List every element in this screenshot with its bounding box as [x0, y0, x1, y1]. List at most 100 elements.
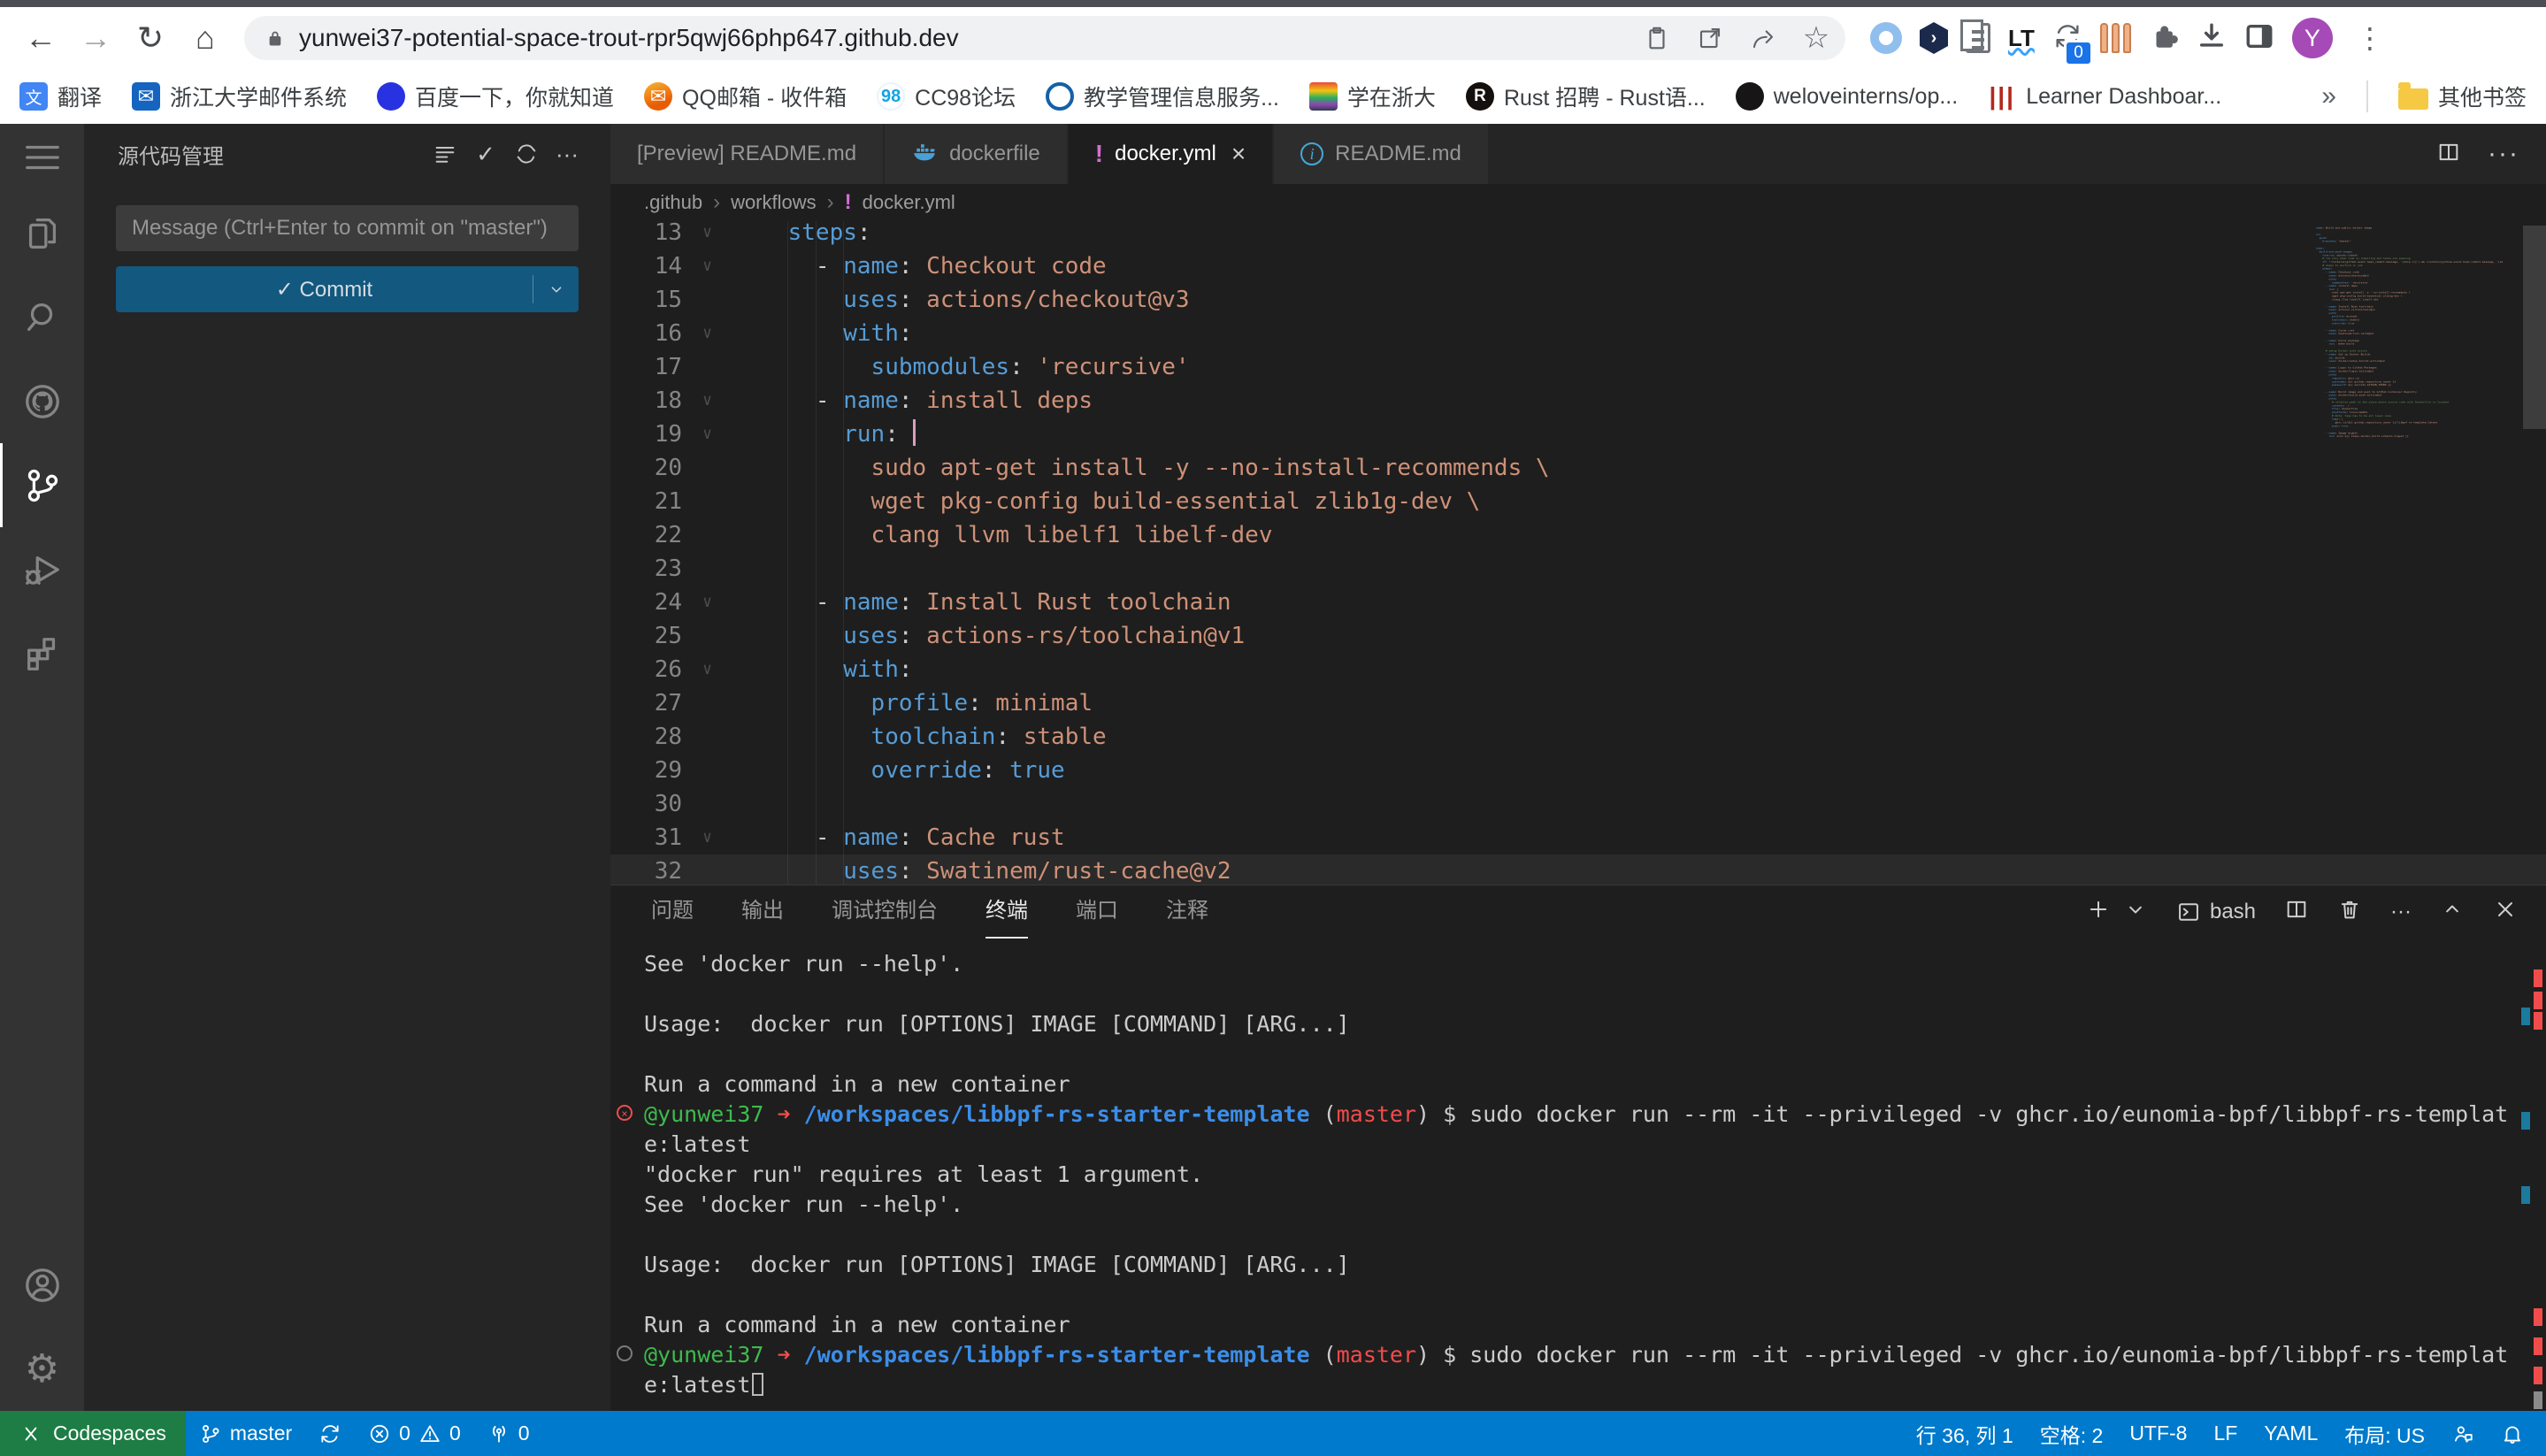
close-icon[interactable]: × [1231, 140, 1246, 168]
commit-button[interactable]: ✓ Commit [116, 266, 579, 312]
fold-chevron-icon[interactable]: ∨ [682, 317, 732, 350]
more-actions-icon[interactable]: ··· [547, 136, 587, 172]
panel-tab[interactable]: 端口 [1076, 885, 1118, 939]
code-editor[interactable]: 13∨ steps:14∨ - name: Checkout code15 us… [610, 221, 2546, 885]
languagetool-icon[interactable]: LT [2008, 27, 2035, 50]
feedback-icon[interactable] [2438, 1411, 2488, 1456]
remote-indicator[interactable]: Codespaces [0, 1411, 186, 1456]
split-editor-icon[interactable] [2436, 140, 2461, 169]
bookmark-item[interactable]: |||Learner Dashboar... [1988, 82, 2221, 111]
fold-chevron-icon[interactable]: ∨ [682, 221, 732, 249]
bookmark-item[interactable]: 98CC98论坛 [877, 80, 1016, 112]
bookmark-item[interactable]: RRust 招聘 - Rust语... [1466, 80, 1706, 112]
code-line[interactable]: 26∨ with: [610, 653, 2546, 686]
account-icon[interactable] [0, 1243, 84, 1327]
terminal-row[interactable]: @yunwei37 ➜ /workspaces/libbpf-rs-starte… [644, 1340, 2546, 1370]
breadcrumb-segment[interactable]: workflows [731, 191, 817, 214]
back-icon[interactable]: ← [16, 13, 65, 63]
code-line[interactable]: 28 toolchain: stable [610, 720, 2546, 754]
fold-chevron-icon[interactable]: ∨ [682, 821, 732, 854]
source-control-icon[interactable] [0, 443, 84, 527]
address-bar[interactable]: yunwei37-potential-space-trout-rpr5qwj66… [244, 16, 1845, 60]
fold-chevron-icon[interactable]: ∨ [682, 586, 732, 619]
run-debug-icon[interactable] [0, 527, 84, 611]
bookmark-item[interactable]: 百度一下，你就知道 [377, 80, 614, 112]
github-icon[interactable] [0, 359, 84, 443]
terminal-output[interactable]: See 'docker run --help'. Usage: docker ru… [610, 939, 2546, 1411]
minimap[interactable]: name: Build and public docker image on: … [2316, 226, 2521, 846]
code-line[interactable]: 13∨ steps: [610, 221, 2546, 249]
code-line[interactable]: 23 [610, 552, 2546, 586]
extensions-icon[interactable] [0, 611, 84, 695]
bookmark-item[interactable]: weloveinterns/op... [1736, 82, 1958, 111]
code-line[interactable]: 31∨ - name: Cache rust [610, 821, 2546, 854]
cursor-position[interactable]: 行 36, 列 1 [1903, 1411, 2027, 1456]
explorer-icon[interactable] [0, 191, 84, 275]
bookmark-item[interactable]: ✉浙江大学邮件系统 [132, 80, 347, 112]
tab--preview-readme.md[interactable]: [Preview] README.md [610, 124, 885, 184]
code-line[interactable]: 17 submodules: 'recursive' [610, 350, 2546, 384]
terminal-row[interactable]: Run a command in a new container [644, 1069, 2546, 1100]
bookmark-item[interactable]: ✉QQ邮箱 - 收件箱 [644, 80, 847, 112]
sync-extension-icon[interactable]: 0 [2052, 21, 2082, 56]
open-in-new-icon[interactable] [1690, 18, 1730, 58]
terminal-row[interactable]: e:latest [644, 1130, 2546, 1160]
kill-terminal-icon[interactable] [2337, 897, 2362, 928]
clipboard-icon[interactable] [1637, 18, 1677, 58]
code-line[interactable]: 25 uses: actions-rs/toolchain@v1 [610, 619, 2546, 653]
terminal-row[interactable]: ×@yunwei37 ➜ /workspaces/libbpf-rs-start… [644, 1100, 2546, 1130]
terminal-row[interactable]: Run a command in a new container [644, 1310, 2546, 1340]
code-line[interactable]: 32 uses: Swatinem/rust-cache@v2 [610, 854, 2546, 885]
code-line[interactable]: 21 wget pkg-config build-essential zlib1… [610, 485, 2546, 518]
view-as-list-icon[interactable] [425, 136, 465, 172]
tab-dockerfile[interactable]: dockerfile [885, 124, 1069, 184]
refresh-icon[interactable]: ↻ [126, 13, 175, 63]
terminal-row[interactable]: Usage: docker run [OPTIONS] IMAGE [COMMA… [644, 1009, 2546, 1039]
puzzle-extensions-icon[interactable] [2149, 21, 2179, 56]
fold-chevron-icon[interactable]: ∨ [682, 653, 732, 686]
sync-changes-button[interactable] [305, 1411, 355, 1456]
split-terminal-icon[interactable] [2284, 897, 2309, 928]
terminal-row[interactable]: See 'docker run --help'. [644, 949, 2546, 979]
encoding[interactable]: UTF-8 [2116, 1411, 2200, 1456]
code-line[interactable]: 19∨ run: [610, 418, 2546, 451]
avatar[interactable]: Y [2292, 18, 2333, 58]
home-icon[interactable]: ⌂ [180, 13, 230, 63]
breadcrumb-segment[interactable]: docker.yml [863, 191, 955, 214]
code-line[interactable]: 24∨ - name: Install Rust toolchain [610, 586, 2546, 619]
problems-indicator[interactable]: 0 0 [355, 1411, 474, 1456]
new-terminal-icon[interactable] [2086, 897, 2111, 928]
panel-tab[interactable]: 调试控制台 [832, 885, 938, 939]
commit-check-icon[interactable]: ✓ [465, 136, 506, 172]
terminal-dropdown-chevron-icon[interactable] [2123, 897, 2148, 928]
tab-docker.yml[interactable]: !docker.yml× [1069, 124, 1274, 184]
panel-tab[interactable]: 注释 [1166, 885, 1208, 939]
bookmark-star-icon[interactable]: ☆ [1796, 18, 1837, 58]
code-line[interactable]: 20 sudo apt-get install -y --no-install-… [610, 451, 2546, 485]
branch-indicator[interactable]: master [186, 1411, 305, 1456]
search-icon[interactable] [0, 275, 84, 359]
eol[interactable]: LF [2200, 1411, 2251, 1456]
shield-extension-icon[interactable]: › [1920, 22, 1948, 54]
commit-message-input[interactable] [116, 205, 579, 251]
panel-tab[interactable]: 输出 [741, 885, 784, 939]
breadcrumb[interactable]: .github›workflows›!docker.yml [610, 184, 2546, 221]
bullets-extension-icon[interactable] [2100, 23, 2131, 53]
other-bookmarks[interactable]: 其他书签 [2398, 80, 2527, 112]
side-panel-icon[interactable] [2244, 21, 2274, 56]
terminal-shell-item[interactable]: bash [2176, 900, 2256, 924]
terminal-row[interactable] [644, 979, 2546, 1009]
terminal-row[interactable] [644, 1280, 2546, 1310]
bookmark-item[interactable]: 教学管理信息服务... [1046, 80, 1279, 112]
fold-chevron-icon[interactable]: ∨ [682, 384, 732, 418]
ring-extension-icon[interactable] [1870, 22, 1902, 54]
bookmark-item[interactable]: 文翻译 [19, 80, 102, 112]
tab-readme.md[interactable]: iREADME.md [1274, 124, 1490, 184]
keyboard-layout[interactable]: 布局: US [2331, 1411, 2438, 1456]
commit-dropdown-chevron[interactable] [533, 275, 579, 303]
terminal-row[interactable] [644, 1039, 2546, 1069]
editor-scrollbar[interactable] [2523, 226, 2546, 429]
code-line[interactable]: 15 uses: actions/checkout@v3 [610, 283, 2546, 317]
bookmark-item[interactable]: 学在浙大 [1309, 80, 1436, 112]
code-line[interactable]: 22 clang llvm libelf1 libelf-dev [610, 518, 2546, 552]
